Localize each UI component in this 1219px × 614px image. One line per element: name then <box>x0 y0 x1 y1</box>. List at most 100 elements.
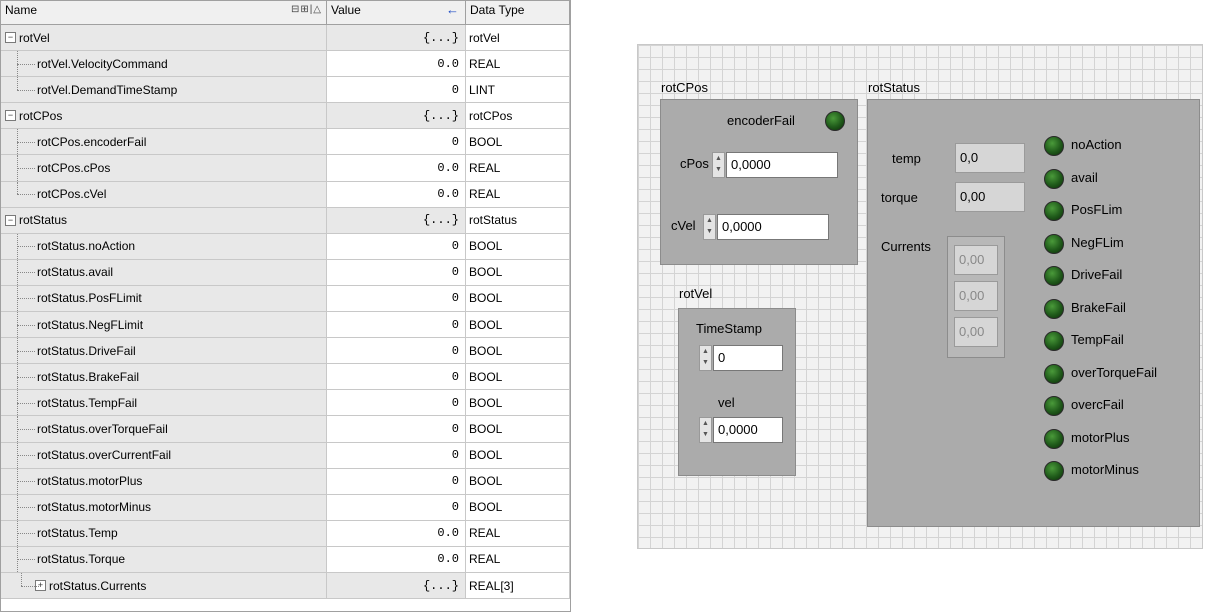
table-row[interactable]: rotStatus.Torque 0.0 REAL <box>1 546 570 573</box>
tag-value-cell[interactable]: 0 <box>327 364 466 390</box>
tag-data-type-cell: rotStatus <box>466 207 570 233</box>
tag-name-cell[interactable]: rotStatus.overTorqueFail <box>1 416 327 442</box>
tag-value-cell[interactable]: {...} <box>327 25 466 51</box>
tag-value-cell[interactable]: 0 <box>327 77 466 103</box>
tag-value-cell[interactable]: 0 <box>327 494 466 520</box>
status-led-icon[interactable] <box>1044 461 1064 481</box>
tag-name-cell[interactable]: rotStatus.Torque <box>1 546 327 573</box>
tag-value-cell[interactable]: 0.0 <box>327 520 466 546</box>
tag-name-cell[interactable]: rotStatus.avail <box>1 259 327 286</box>
tag-name-label: rotStatus.overCurrentFail <box>37 448 172 463</box>
tag-name-cell[interactable]: − rotCPos <box>1 103 327 129</box>
table-row[interactable]: rotCPos.cPos 0.0 REAL <box>1 155 570 182</box>
tag-value-cell[interactable]: 0 <box>327 285 466 312</box>
tag-value-cell[interactable]: {...} <box>327 103 466 129</box>
tree-line <box>1 364 37 390</box>
table-row[interactable]: − rotVel {...} rotVel <box>1 25 570 52</box>
tag-name-cell[interactable]: rotCPos.cVel <box>1 181 327 207</box>
encoderfail-led-icon[interactable] <box>825 111 845 131</box>
tag-value-cell[interactable]: 0.0 <box>327 155 466 181</box>
tag-value-cell[interactable]: 0 <box>327 390 466 416</box>
status-led-icon[interactable] <box>1044 428 1064 449</box>
status-led-icon[interactable] <box>1044 168 1064 189</box>
cpos-spinner-icon[interactable]: ▲ ▼ <box>712 152 725 178</box>
table-row[interactable]: rotCPos.encoderFail 0 BOOL <box>1 129 570 156</box>
column-header-data-type[interactable]: Data Type <box>466 1 570 24</box>
table-row[interactable]: rotStatus.PosFLimit 0 BOOL <box>1 285 570 313</box>
tag-name-cell[interactable]: rotStatus.DriveFail <box>1 338 327 364</box>
timestamp-spinner-icon[interactable]: ▲ ▼ <box>699 345 712 371</box>
table-row[interactable]: rotVel.DemandTimeStamp 0 LINT <box>1 77 570 104</box>
tag-data-type-cell: BOOL <box>466 285 570 312</box>
tag-value-cell[interactable]: 0 <box>327 442 466 468</box>
table-row[interactable]: rotStatus.noAction 0 BOOL <box>1 233 570 260</box>
column-header-value-label: Value <box>331 3 361 17</box>
table-row[interactable]: rotStatus.NegFLimit 0 BOOL <box>1 312 570 339</box>
table-row[interactable]: rotStatus.DriveFail 0 BOOL <box>1 338 570 365</box>
table-row[interactable]: rotStatus.overTorqueFail 0 BOOL <box>1 416 570 443</box>
tag-name-cell[interactable]: − rotVel <box>1 25 327 51</box>
tag-name-cell[interactable]: rotStatus.BrakeFail <box>1 364 327 390</box>
cvel-input[interactable]: 0,0000 <box>717 214 829 240</box>
sort-icon[interactable]: ⊟⊞|△ <box>291 4 322 15</box>
collapse-icon[interactable]: − <box>5 110 16 122</box>
tag-name-cell[interactable]: rotVel.DemandTimeStamp <box>1 77 327 103</box>
table-row[interactable]: rotStatus.TempFail 0 BOOL <box>1 390 570 417</box>
tag-name-cell[interactable]: + rotStatus.Currents <box>1 572 327 599</box>
status-led-icon[interactable] <box>1044 331 1064 351</box>
collapse-icon[interactable]: − <box>5 32 16 44</box>
column-header-value[interactable]: Value ← <box>327 1 466 24</box>
table-row[interactable]: rotStatus.Temp 0.0 REAL <box>1 520 570 547</box>
status-led-icon[interactable] <box>1044 298 1064 319</box>
status-led-icon[interactable] <box>1044 233 1064 254</box>
tag-name-cell[interactable]: rotStatus.overCurrentFail <box>1 442 327 468</box>
tag-name-cell[interactable]: rotCPos.cPos <box>1 155 327 181</box>
tag-name-cell[interactable]: rotStatus.Temp <box>1 520 327 546</box>
arrow-left-icon[interactable]: ← <box>446 2 459 17</box>
table-row[interactable]: rotStatus.motorMinus 0 BOOL <box>1 494 570 521</box>
table-row[interactable]: rotVel.VelocityCommand 0.0 REAL <box>1 51 570 78</box>
tag-name-cell[interactable]: rotStatus.motorPlus <box>1 468 327 494</box>
status-led-icon[interactable] <box>1044 363 1064 384</box>
tag-value-cell[interactable]: 0 <box>327 468 466 494</box>
table-row[interactable]: rotCPos.cVel 0.0 REAL <box>1 181 570 208</box>
table-row[interactable]: rotStatus.avail 0 BOOL <box>1 259 570 286</box>
tag-name-cell[interactable]: rotStatus.PosFLimit <box>1 285 327 312</box>
table-row[interactable]: rotStatus.BrakeFail 0 BOOL <box>1 364 570 391</box>
tag-value-cell[interactable]: 0 <box>327 312 466 338</box>
tag-value-cell[interactable]: 0 <box>327 233 466 259</box>
table-row[interactable]: rotStatus.overCurrentFail 0 BOOL <box>1 442 570 469</box>
status-led-icon[interactable] <box>1044 266 1064 286</box>
table-row[interactable]: − rotStatus {...} rotStatus <box>1 207 570 234</box>
table-row[interactable]: rotStatus.motorPlus 0 BOOL <box>1 468 570 495</box>
column-header-name[interactable]: Name ⊟⊞|△ <box>1 1 327 24</box>
tag-monitor-table: Name ⊟⊞|△ Value ← Data Type − rotVel {...}… <box>0 0 571 612</box>
tag-value-cell[interactable]: 0.0 <box>327 51 466 77</box>
collapse-icon[interactable]: − <box>5 214 16 226</box>
tag-name-cell[interactable]: rotStatus.motorMinus <box>1 494 327 520</box>
tag-name-cell[interactable]: rotCPos.encoderFail <box>1 129 327 155</box>
status-led-icon[interactable] <box>1044 201 1064 221</box>
cpos-input[interactable]: 0,0000 <box>726 152 838 178</box>
cvel-spinner-icon[interactable]: ▲ ▼ <box>703 214 716 240</box>
tag-name-cell[interactable]: rotVel.VelocityCommand <box>1 51 327 77</box>
timestamp-input[interactable]: 0 <box>713 345 783 371</box>
tag-value-cell[interactable]: 0 <box>327 259 466 285</box>
table-row[interactable]: + rotStatus.Currents {...} REAL[3] <box>1 572 570 600</box>
vel-spinner-icon[interactable]: ▲ ▼ <box>699 417 712 443</box>
tag-value-cell[interactable]: 0.0 <box>327 181 466 207</box>
tag-value-cell[interactable]: 0 <box>327 416 466 442</box>
tag-value-cell[interactable]: {...} <box>327 207 466 233</box>
tag-name-cell[interactable]: − rotStatus <box>1 207 327 233</box>
tag-name-cell[interactable]: rotStatus.noAction <box>1 233 327 259</box>
status-led-icon[interactable] <box>1044 396 1064 416</box>
tag-name-cell[interactable]: rotStatus.NegFLimit <box>1 312 327 338</box>
tag-name-cell[interactable]: rotStatus.TempFail <box>1 390 327 416</box>
tag-value-cell[interactable]: 0 <box>327 338 466 364</box>
table-row[interactable]: − rotCPos {...} rotCPos <box>1 103 570 130</box>
status-led-icon[interactable] <box>1044 136 1064 156</box>
tag-value-cell[interactable]: {...} <box>327 572 466 599</box>
vel-input[interactable]: 0,0000 <box>713 417 783 443</box>
tag-value-cell[interactable]: 0 <box>327 129 466 155</box>
tag-value-cell[interactable]: 0.0 <box>327 546 466 572</box>
